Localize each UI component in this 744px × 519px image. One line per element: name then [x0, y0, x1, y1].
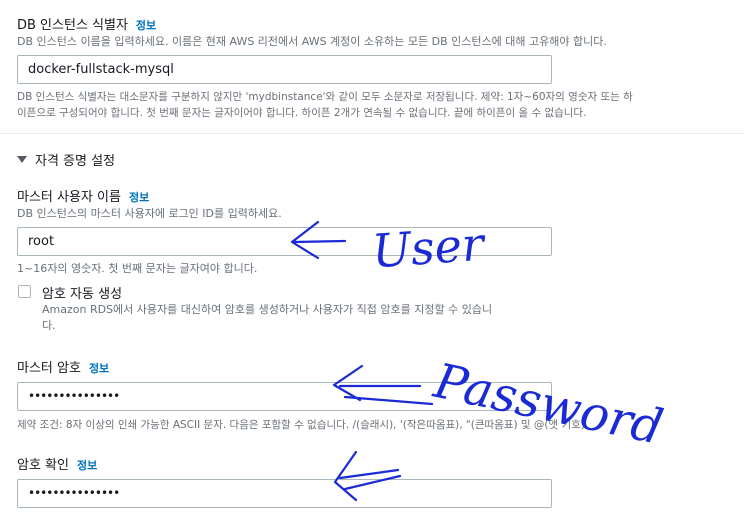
master-username-description: DB 인스턴스의 마스터 사용자에 로그인 ID를 입력하세요.: [17, 207, 282, 220]
credentials-section-toggle[interactable]: 자격 증명 설정: [17, 150, 115, 169]
master-password-label-row: 마스터 암호 정보: [17, 357, 109, 376]
auto-password-description-2: 다.: [42, 319, 56, 332]
master-username-constraint: 1~16자의 영숫자. 첫 번째 문자는 글자여야 합니다.: [17, 262, 258, 275]
master-username-info-link[interactable]: 정보: [129, 191, 149, 204]
master-password-info-link[interactable]: 정보: [89, 362, 109, 375]
db-identifier-description: DB 인스턴스 이름을 입력하세요. 이름은 현재 AWS 리전에서 AWS 계…: [17, 35, 607, 48]
db-identifier-constraint-1: DB 인스턴스 식별자는 대소문자를 구분하지 않지만 'mydbinstanc…: [17, 91, 633, 103]
confirm-password-label: 암호 확인: [17, 458, 69, 473]
rds-create-form: DB 인스턴스 식별자 정보 DB 인스턴스 이름을 입력하세요. 이름은 현재 …: [0, 0, 744, 519]
confirm-password-input[interactable]: •••••••••••••••: [17, 479, 552, 508]
confirm-password-label-row: 암호 확인 정보: [17, 454, 97, 473]
caret-down-icon: [17, 156, 27, 163]
master-username-input[interactable]: root: [17, 227, 552, 256]
master-password-input[interactable]: •••••••••••••••: [17, 382, 552, 411]
confirm-password-info-link[interactable]: 정보: [77, 459, 97, 472]
db-identifier-constraint-2: 이픈으로 구성되어야 합니다. 첫 번째 문자는 글자이어야 합니다. 하이픈 …: [17, 107, 587, 119]
db-identifier-label: DB 인스턴스 식별자: [17, 18, 128, 33]
db-identifier-input[interactable]: docker-fullstack-mysql: [17, 55, 552, 84]
section-divider: [0, 133, 744, 134]
master-password-label: 마스터 암호: [17, 361, 81, 376]
credentials-section-title: 자격 증명 설정: [35, 154, 116, 169]
master-username-label: 마스터 사용자 이름: [17, 190, 121, 205]
master-username-label-row: 마스터 사용자 이름 정보: [17, 186, 149, 205]
auto-password-checkbox[interactable]: [18, 285, 31, 298]
db-identifier-label-row: DB 인스턴스 식별자 정보: [17, 14, 156, 33]
db-identifier-info-link[interactable]: 정보: [136, 19, 156, 32]
auto-password-label: 암호 자동 생성: [42, 287, 123, 302]
auto-password-description-1: Amazon RDS에서 사용자를 대신하여 암호를 생성하거나 사용자가 직접…: [42, 303, 493, 316]
master-password-constraint: 제약 조건: 8자 이상의 인쇄 가능한 ASCII 문자. 다음은 포함할 수…: [17, 419, 589, 431]
